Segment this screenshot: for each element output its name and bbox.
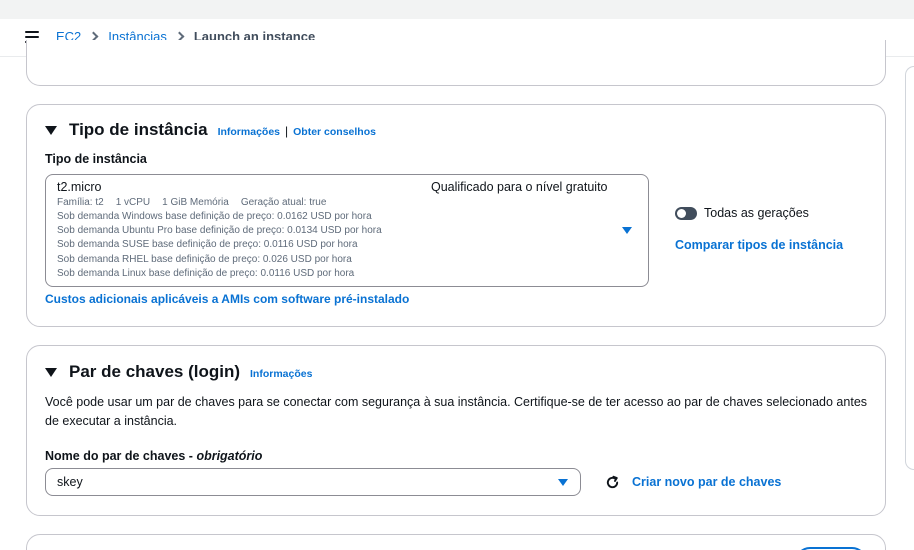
browser-top-strip	[0, 0, 914, 19]
meta-family: Família: t2	[57, 197, 104, 208]
instance-type-label: Tipo de instância	[45, 152, 147, 166]
free-tier-label: Qualificado para o nível gratuito	[431, 180, 608, 194]
previous-section-card	[26, 40, 886, 86]
next-section-card	[26, 534, 886, 550]
key-pair-name-label: Nome do par de chaves - obrigatório	[45, 449, 262, 463]
additional-costs-link[interactable]: Custos adicionais aplicáveis a AMIs com …	[45, 292, 409, 306]
meta-vcpu: 1 vCPU	[115, 197, 151, 208]
price-suse: Sob demanda SUSE base definição de preço…	[57, 239, 358, 250]
info-link[interactable]: Informações	[250, 368, 312, 380]
key-pair-value: skey	[57, 475, 83, 489]
get-advice-link[interactable]: Obter conselhos	[293, 126, 376, 138]
triangle-down-icon[interactable]	[45, 367, 57, 377]
price-rhel: Sob demanda RHEL base definição de preço…	[57, 254, 352, 265]
key-pair-label-text: Nome do par de chaves -	[45, 449, 197, 463]
instance-type-select[interactable]: t2.micro Qualificado para o nível gratui…	[45, 174, 649, 287]
compare-instance-types-link[interactable]: Comparar tipos de instância	[675, 238, 843, 252]
info-link[interactable]: Informações	[218, 126, 280, 138]
section-title: Tipo de instância	[69, 120, 208, 139]
key-pair-header: Par de chaves (login) Informações	[45, 362, 312, 382]
instance-type-section: Tipo de instância Informações | Obter co…	[26, 104, 886, 327]
instance-type-name: t2.micro	[57, 180, 102, 194]
refresh-icon[interactable]	[605, 475, 620, 490]
key-pair-select[interactable]: skey	[45, 468, 581, 496]
right-panel-edge	[905, 66, 914, 470]
meta-generation: Geração atual: true	[240, 197, 327, 208]
create-key-pair-link[interactable]: Criar novo par de chaves	[632, 475, 781, 489]
link-separator: |	[285, 124, 289, 138]
price-linux: Sob demanda Linux base definição de preç…	[57, 268, 355, 279]
key-pair-section: Par de chaves (login) Informações Você p…	[26, 345, 886, 516]
instance-type-header: Tipo de instância Informações | Obter co…	[45, 120, 376, 140]
triangle-down-icon[interactable]	[45, 125, 57, 135]
instance-meta: Família: t2 1 vCPU 1 GiB Memória Geração at…	[57, 197, 338, 208]
meta-memory: 1 GiB Memória	[162, 197, 229, 208]
required-label: obrigatório	[196, 449, 263, 463]
price-windows: Sob demanda Windows base definição de pr…	[57, 211, 372, 222]
key-pair-description: Você pode usar um par de chaves para se …	[45, 395, 868, 428]
price-ubuntu-pro: Sob demanda Ubuntu Pro base definição de…	[57, 225, 382, 236]
all-generations-toggle[interactable]	[675, 207, 697, 220]
caret-down-icon	[558, 479, 568, 486]
section-title: Par de chaves (login)	[69, 362, 240, 381]
caret-down-icon	[622, 227, 632, 234]
all-generations-label: Todas as gerações	[704, 206, 809, 220]
